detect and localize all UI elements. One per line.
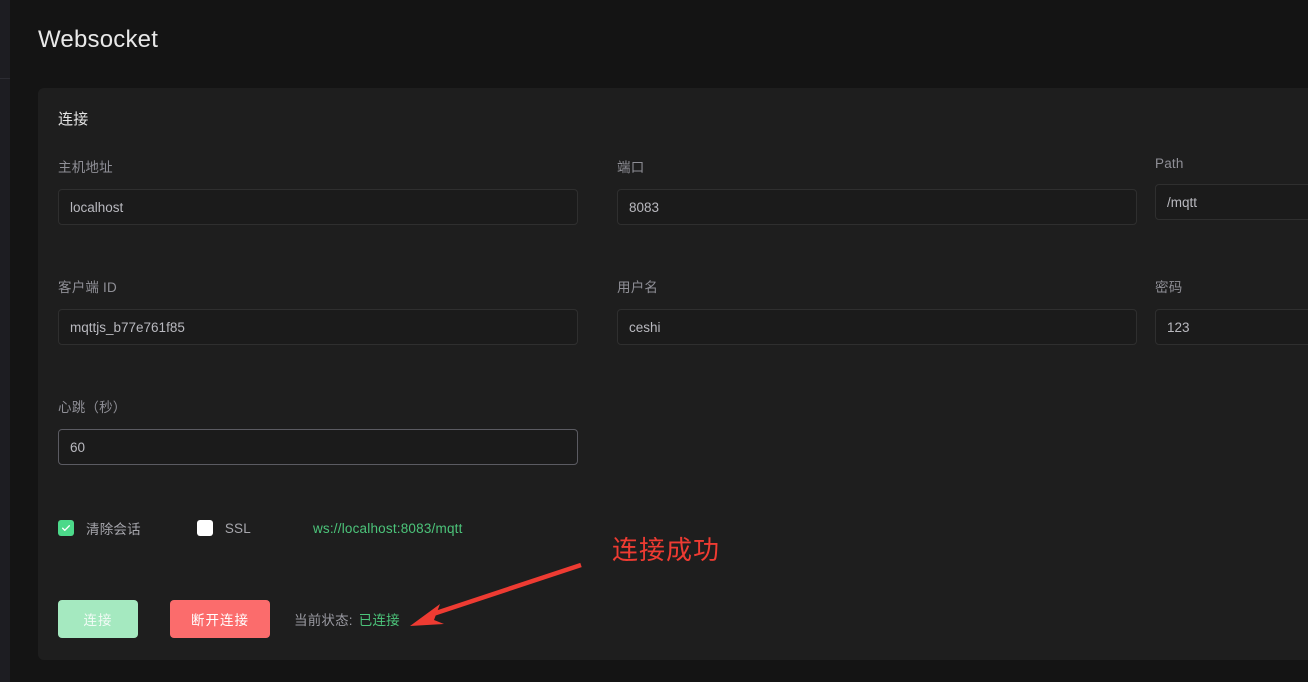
field-port: 端口 (617, 156, 1137, 225)
check-icon (62, 525, 70, 531)
field-label-port: 端口 (617, 160, 645, 175)
path-input[interactable] (1155, 184, 1308, 220)
field-label-path: Path (1155, 156, 1184, 171)
field-label-client-id: 客户端 ID (58, 280, 117, 295)
field-username: 用户名 (617, 276, 1137, 345)
options-row: 清除会话 SSL ws://localhost:8083/mqtt (58, 518, 463, 538)
field-label-password: 密码 (1155, 280, 1183, 295)
status-label: 当前状态: (294, 613, 353, 628)
form-row-2: 客户端 ID 用户名 密码 (58, 276, 1308, 396)
form-row-1: 主机地址 端口 Path (58, 156, 1308, 276)
actions-row: 连接 断开连接 当前状态: 已连接 (58, 600, 400, 638)
keepalive-input[interactable] (58, 429, 578, 465)
username-input[interactable] (617, 309, 1137, 345)
field-password: 密码 (1155, 276, 1308, 345)
field-label-username: 用户名 (617, 280, 659, 295)
connection-url: ws://localhost:8083/mqtt (312, 520, 463, 536)
card-title: 连接 (58, 111, 89, 128)
field-label-host-address: 主机地址 (58, 160, 113, 175)
connection-form: 主机地址 端口 Path 客户端 ID 用户名 (58, 156, 1308, 516)
checkbox-checked-icon[interactable] (58, 520, 74, 536)
status-text: 当前状态: 已连接 (294, 609, 400, 629)
field-client-id: 客户端 ID (58, 276, 578, 345)
ssl-label: SSL (224, 520, 251, 536)
field-keepalive: 心跳（秒） (58, 396, 578, 465)
field-label-keepalive: 心跳（秒） (58, 400, 127, 415)
sidebar-strip (0, 0, 10, 682)
client-id-input[interactable] (58, 309, 578, 345)
sidebar-divider (0, 78, 10, 79)
field-host-address: 主机地址 (58, 156, 578, 225)
connect-button[interactable]: 连接 (58, 600, 138, 638)
app-root: Websocket 连接 主机地址 端口 Path 客 (0, 0, 1308, 682)
field-path: Path (1155, 156, 1308, 220)
disconnect-button[interactable]: 断开连接 (170, 600, 270, 638)
password-input[interactable] (1155, 309, 1308, 345)
host-address-input[interactable] (58, 189, 578, 225)
annotation-label: 连接成功 (612, 535, 721, 565)
status-value: 已连接 (358, 613, 400, 628)
checkbox-unchecked-icon[interactable] (196, 520, 213, 536)
port-input[interactable] (617, 189, 1137, 225)
ssl-checkbox-wrap[interactable]: SSL (196, 520, 251, 536)
form-row-3: 心跳（秒） (58, 396, 1308, 516)
clean-session-label: 清除会话 (86, 522, 141, 537)
page-title: Websocket (38, 26, 159, 53)
clean-session-checkbox-wrap[interactable]: 清除会话 (58, 518, 141, 538)
connection-card: 连接 主机地址 端口 Path 客户端 ID (38, 88, 1308, 660)
